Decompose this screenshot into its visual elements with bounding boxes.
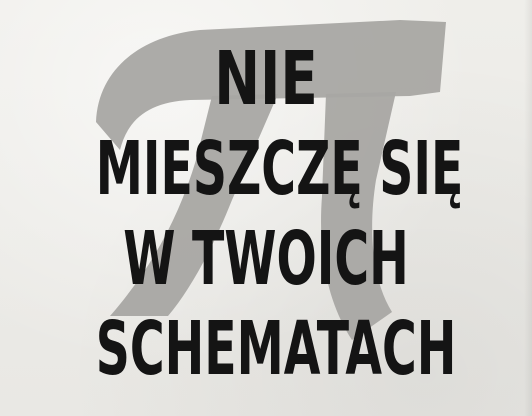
- slogan: NIE MIESZCZĘ SIĘ W TWOICH SCHEMATACH: [0, 0, 532, 416]
- slogan-line-2: MIESZCZĘ SIĘ: [95, 126, 464, 212]
- slogan-line-4: SCHEMATACH: [95, 306, 457, 392]
- slogan-line-3: W TWOICH: [123, 216, 409, 302]
- slogan-line-1: NIE: [214, 36, 318, 122]
